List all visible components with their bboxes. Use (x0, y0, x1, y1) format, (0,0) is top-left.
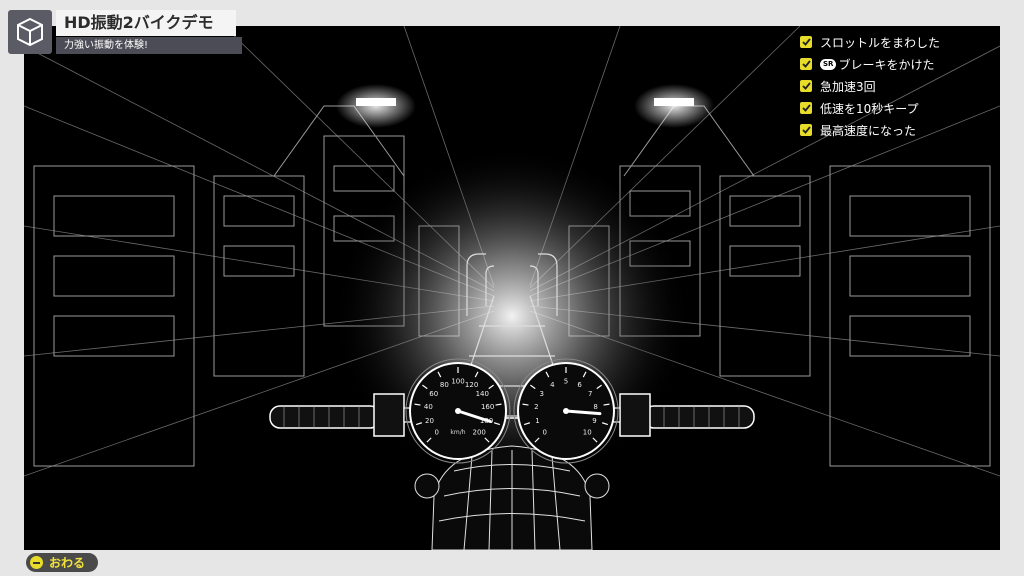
checklist-item: 低速を10秒キープ (800, 97, 1000, 119)
speedometer-tick-label: 100 (451, 378, 464, 386)
end-button-label: おわる (49, 556, 86, 570)
checkmark-icon (800, 80, 812, 92)
checklist-item-label: 低速を10秒キープ (820, 101, 919, 116)
checklist-item: 最高速度になった (800, 119, 1000, 141)
checklist-item-label: 最高速度になった (820, 123, 917, 138)
tachometer-tick-label: 10 (583, 429, 592, 437)
minus-button-icon (30, 556, 43, 569)
tachometer-tick-label: 1 (535, 417, 539, 425)
speedometer-tick-label: 40 (424, 403, 433, 411)
speedometer-unit: km/h (450, 429, 465, 436)
checklist-item: スロットルをまわした (800, 31, 1000, 53)
speedometer-tick-label: 160 (481, 403, 494, 411)
checkmark-icon (800, 102, 812, 114)
sr-button-badge: SR (820, 58, 837, 70)
checklist-item: 急加速3回 (800, 75, 1000, 97)
speedometer-tick-label: 140 (476, 390, 489, 398)
speedometer-tick-label: 120 (465, 381, 478, 389)
speedometer-tick-label: 200 (473, 429, 486, 437)
checklist-item-label: ブレーキをかけた (838, 57, 935, 72)
checklist-item-label: 急加速3回 (820, 79, 876, 94)
checkmark-icon (800, 58, 812, 70)
checklist-item: SR ブレーキをかけた (800, 53, 1000, 75)
tachometer-tick-label: 2 (534, 403, 538, 411)
checkmark-icon (800, 36, 812, 48)
tachometer-tick-label: 5 (564, 378, 568, 386)
speedometer-tick-label: 0 (435, 429, 439, 437)
speedometer-tick-label: 20 (425, 417, 434, 425)
checkmark-icon (800, 124, 812, 136)
tachometer-tick-label: 8 (593, 403, 597, 411)
checklist-item-label: スロットルをまわした (820, 35, 941, 50)
tachometer-tick-label: 7 (588, 390, 592, 398)
demo-subtitle: 力強い振動を体験! (56, 37, 242, 54)
demo-title: HD振動2バイクデモ (56, 10, 236, 36)
tachometer-tick-label: 3 (539, 390, 543, 398)
tachometer-tick-label: 6 (577, 381, 582, 389)
end-button[interactable]: おわる (26, 553, 98, 572)
cube-icon (8, 10, 52, 54)
tachometer-tick-label: 0 (543, 429, 547, 437)
tachometer-tick-label: 9 (592, 417, 596, 425)
speedometer-tick-label: 80 (440, 381, 449, 389)
speedometer-tick-label: 60 (429, 390, 438, 398)
tachometer-tick-label: 4 (550, 381, 555, 389)
mission-checklist: スロットルをまわした SR ブレーキをかけた 急加速3回 低速を10秒キープ 最… (800, 31, 1000, 141)
